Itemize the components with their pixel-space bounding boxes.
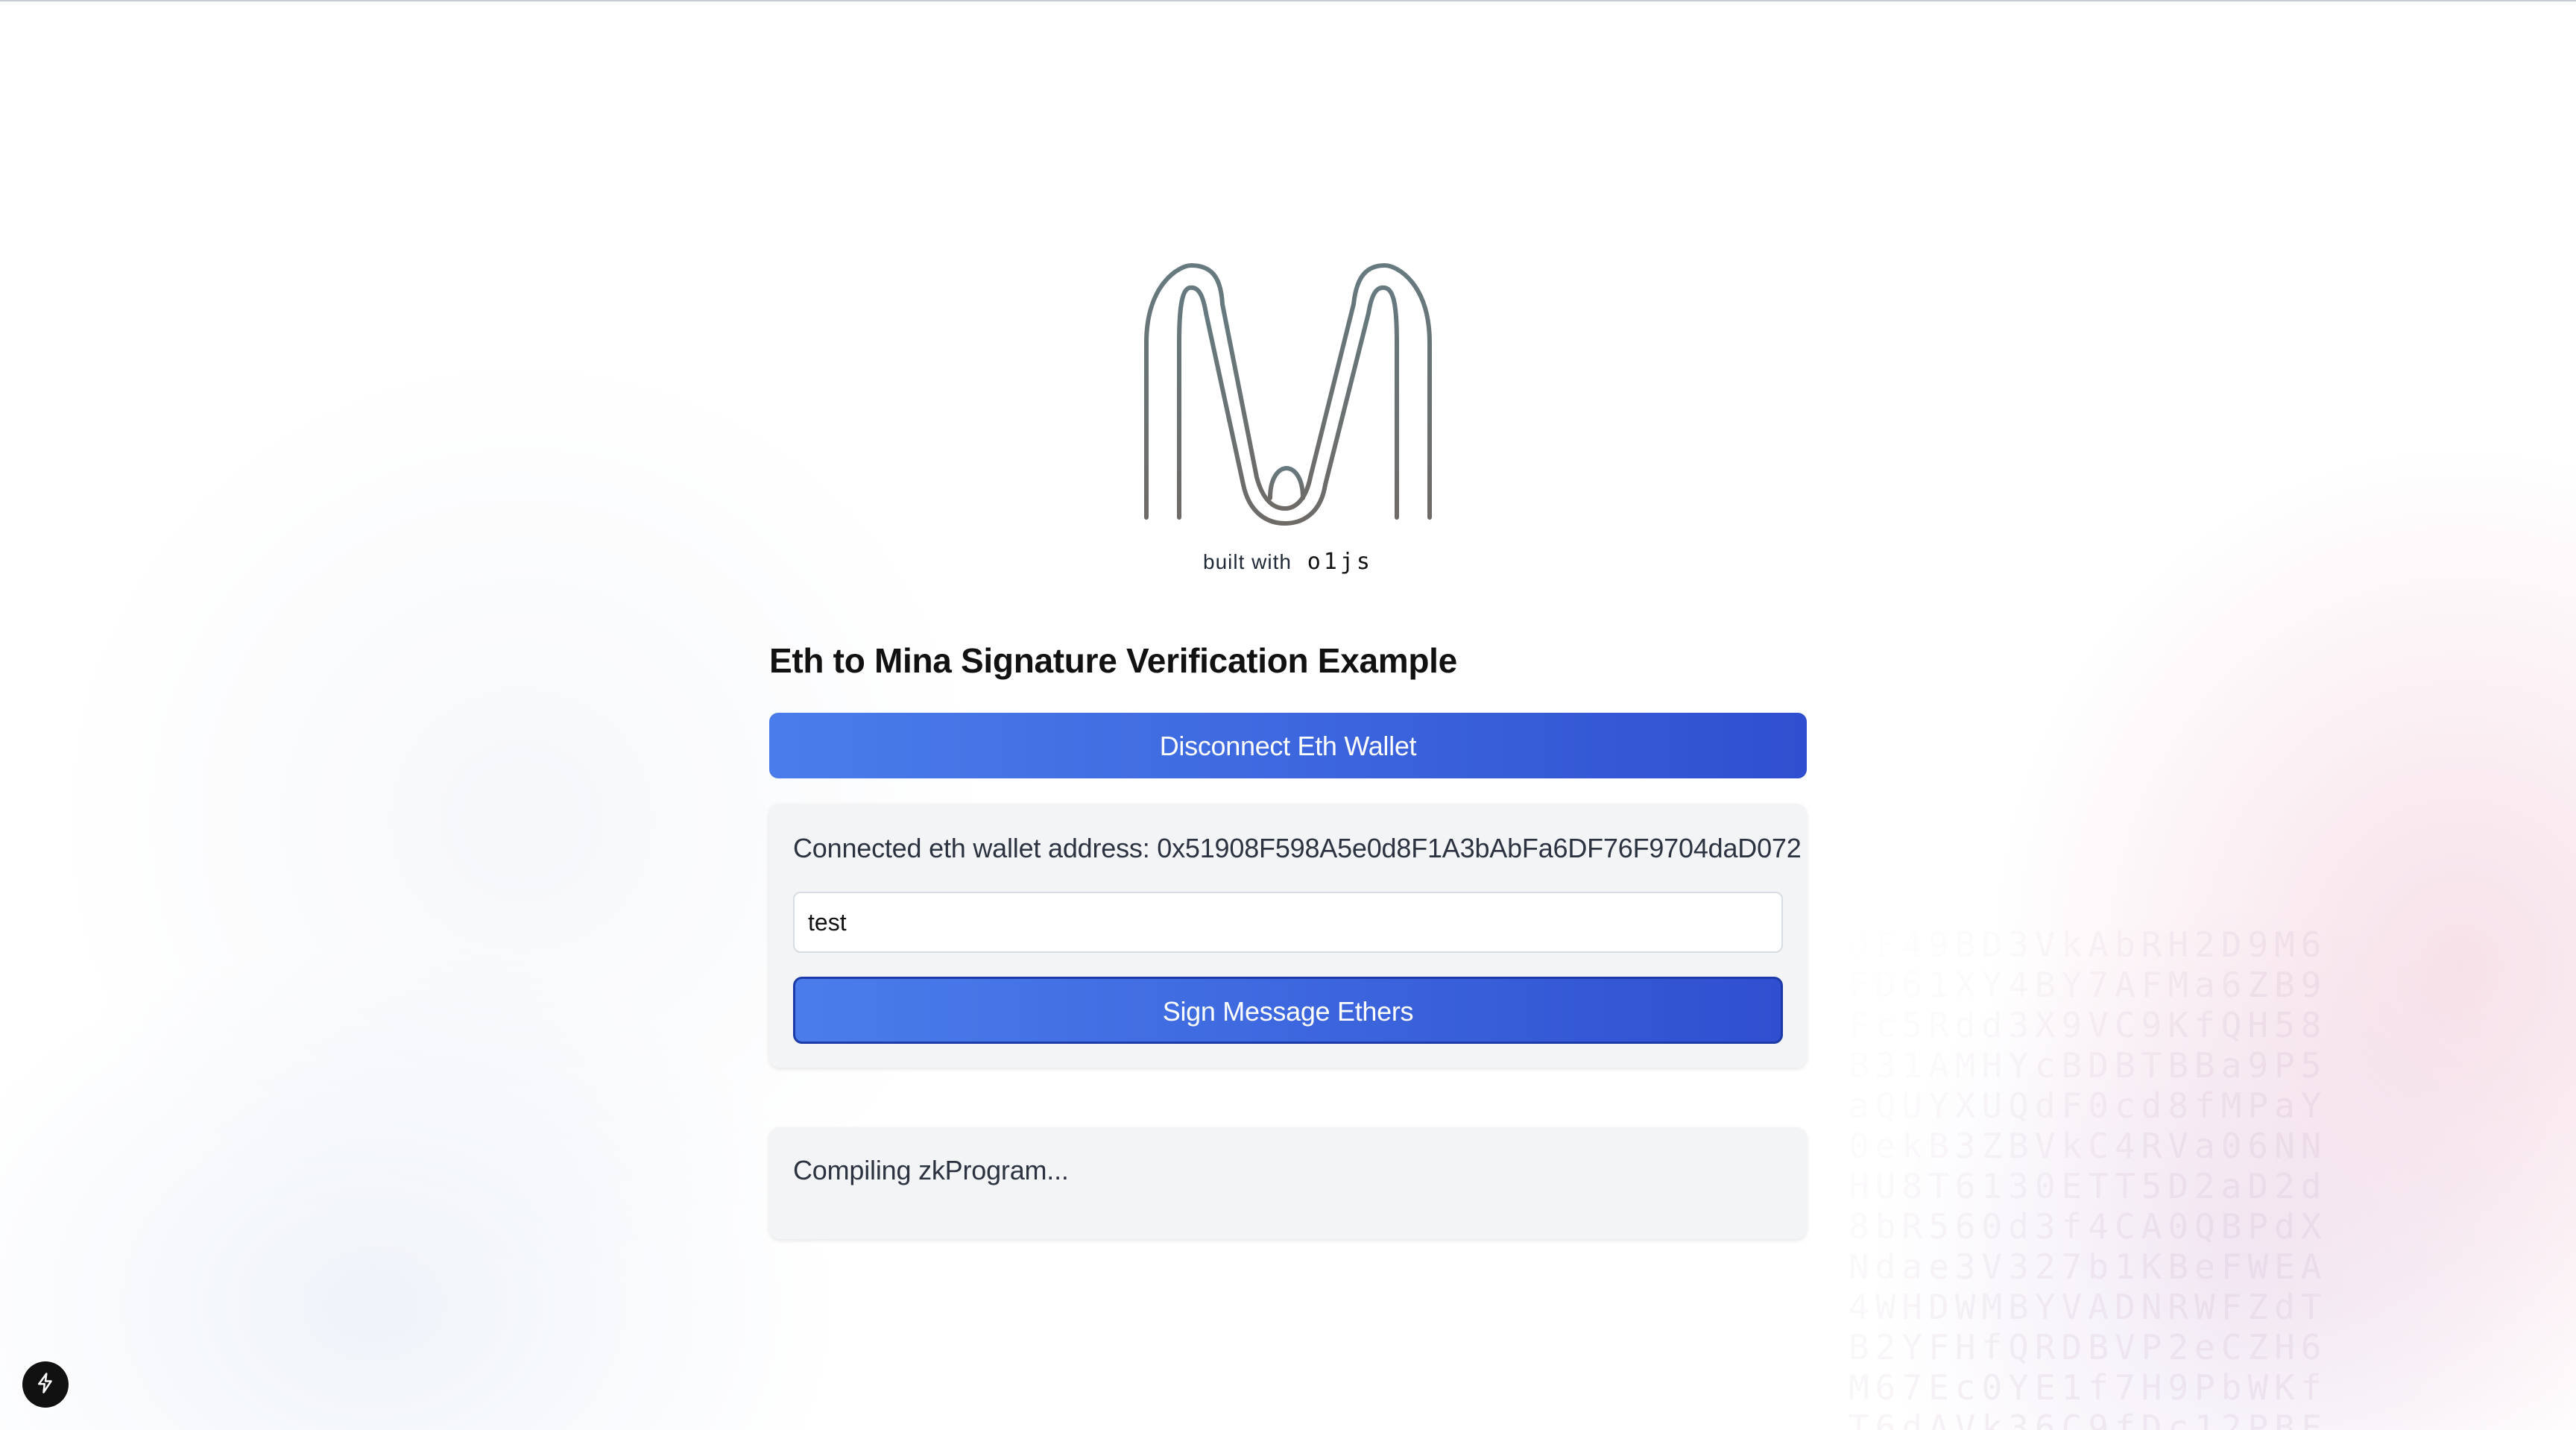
built-with-prefix: built with [1203, 550, 1292, 573]
lightning-icon [34, 1372, 57, 1398]
main-content: Eth to Mina Signature Verification Examp… [769, 635, 1807, 1239]
o1js-wordmark: o1js [1307, 549, 1373, 575]
wallet-card: Connected eth wallet address: 0x51908F59… [769, 804, 1807, 1068]
sign-message-button[interactable]: Sign Message Ethers [793, 977, 1783, 1044]
dev-tools-button[interactable] [22, 1361, 69, 1408]
mina-logo-icon [1139, 261, 1437, 526]
disconnect-wallet-button[interactable]: Disconnect Eth Wallet [769, 713, 1807, 778]
built-with-caption: built with o1js [1139, 549, 1437, 575]
connected-wallet-address: Connected eth wallet address: 0x51908F59… [793, 833, 1802, 863]
page-title: Eth to Mina Signature Verification Examp… [769, 641, 1457, 680]
window-top-border [0, 0, 2576, 1]
status-text: Compiling zkProgram... [793, 1155, 1069, 1185]
status-card: Compiling zkProgram... [769, 1127, 1807, 1239]
message-input[interactable] [793, 892, 1783, 953]
